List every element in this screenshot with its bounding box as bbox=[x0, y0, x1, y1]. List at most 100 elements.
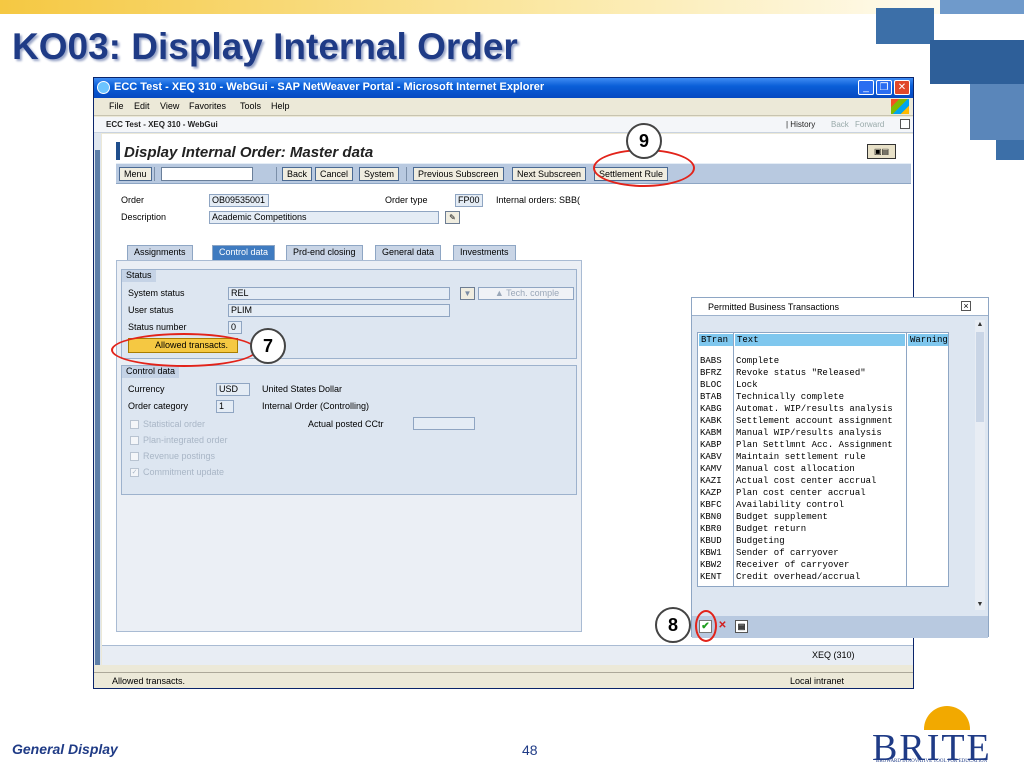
transaction-code: KABP bbox=[700, 440, 722, 450]
portal-menu-icon[interactable] bbox=[900, 119, 910, 129]
scroll-down-icon[interactable]: ▼ bbox=[975, 600, 985, 610]
tab-investments[interactable]: Investments bbox=[453, 245, 516, 260]
table-row[interactable]: KBFC Availability control bbox=[698, 499, 948, 511]
scroll-thumb[interactable] bbox=[976, 332, 984, 422]
table-row[interactable]: KBW1 Sender of carryover bbox=[698, 547, 948, 559]
browser-titlebar: ECC Test - XEQ 310 - WebGui - SAP NetWea… bbox=[94, 78, 913, 98]
order-type-label: Order type bbox=[385, 195, 428, 205]
system-info[interactable]: XEQ (310) bbox=[812, 650, 855, 660]
minimize-button[interactable]: _ bbox=[858, 80, 874, 95]
table-row[interactable]: KBR0 Budget return bbox=[698, 523, 948, 535]
revenue-postings-checkbox[interactable]: Revenue postings bbox=[130, 451, 215, 462]
cancel-x-icon[interactable]: ✕ bbox=[716, 620, 729, 633]
table-row[interactable]: KBW2 Receiver of carryover bbox=[698, 559, 948, 571]
table-row[interactable]: BLOC Lock bbox=[698, 379, 948, 391]
portal-title: ECC Test - XEQ 310 - WebGui bbox=[106, 120, 218, 129]
table-row[interactable]: KABV Maintain settlement rule bbox=[698, 451, 948, 463]
tab-prd-end-closing[interactable]: Prd-end closing bbox=[286, 245, 363, 260]
transaction-code: KABM bbox=[700, 428, 722, 438]
history-link[interactable]: | History bbox=[786, 120, 815, 129]
back-link[interactable]: Back bbox=[831, 120, 849, 129]
order-field[interactable]: OB09535001 bbox=[209, 194, 269, 207]
transaction-text: Actual cost center accrual bbox=[736, 476, 877, 486]
table-row[interactable]: KBUD Budgeting bbox=[698, 535, 948, 547]
scroll-up-icon[interactable]: ▲ bbox=[975, 320, 985, 330]
long-text-icon[interactable]: ✎ bbox=[445, 211, 460, 224]
table-row[interactable]: KENT Credit overhead/accrual bbox=[698, 571, 948, 583]
transaction-text: Complete bbox=[736, 356, 780, 366]
table-row[interactable]: KABG Automat. WIP/results analysis bbox=[698, 403, 948, 415]
table-row[interactable]: BABS Complete bbox=[698, 355, 948, 367]
tab-control-data[interactable]: Control data bbox=[212, 245, 276, 260]
menu-edit[interactable]: Edit bbox=[134, 101, 150, 111]
menu-favorites[interactable]: Favorites bbox=[189, 101, 226, 111]
status-group-header: Status bbox=[122, 270, 156, 282]
transaction-text: Sender of carryover bbox=[736, 548, 839, 558]
title-accent bbox=[116, 142, 120, 160]
popup-close-icon[interactable]: × bbox=[961, 301, 971, 311]
table-row[interactable]: KAZP Plan cost center accrual bbox=[698, 487, 948, 499]
currency-text: United States Dollar bbox=[262, 384, 343, 394]
currency-field[interactable]: USD bbox=[216, 383, 250, 396]
menu-file[interactable]: File bbox=[109, 101, 124, 111]
description-label: Description bbox=[121, 212, 167, 222]
table-row[interactable]: KBN0 Budget supplement bbox=[698, 511, 948, 523]
tab-assignments[interactable]: Assignments bbox=[127, 245, 193, 260]
customize-layout-icon[interactable]: ▣▤ bbox=[867, 144, 896, 159]
description-field[interactable]: Academic Competitions bbox=[209, 211, 439, 224]
dropdown-icon[interactable]: ▼ bbox=[460, 287, 475, 300]
next-subscreen-button[interactable]: Next Subscreen bbox=[512, 167, 587, 181]
maximize-button[interactable]: ❐ bbox=[876, 80, 892, 95]
transaction-text: Lock bbox=[736, 380, 758, 390]
order-label: Order bbox=[121, 195, 145, 205]
tech-complete-button[interactable]: ▲ Tech. comple bbox=[478, 287, 574, 300]
table-row[interactable]: KAMV Manual cost allocation bbox=[698, 463, 948, 475]
transaction-text: Settlement account assignment bbox=[736, 416, 893, 426]
status-number-label: Status number bbox=[128, 322, 187, 332]
forward-link[interactable]: Forward bbox=[855, 120, 884, 129]
menu-button[interactable]: Menu bbox=[119, 167, 152, 181]
transaction-text: Manual cost allocation bbox=[736, 464, 855, 474]
order-category-field[interactable]: 1 bbox=[216, 400, 234, 413]
popup-footer: ✔ ✕ ▤ bbox=[692, 616, 988, 638]
table-row[interactable]: BTAB Technically complete bbox=[698, 391, 948, 403]
table-row[interactable]: KABK Settlement account assignment bbox=[698, 415, 948, 427]
previous-subscreen-button[interactable]: Previous Subscreen bbox=[413, 167, 504, 181]
windows-flag-icon bbox=[891, 99, 909, 114]
popup-title: Permitted Business Transactions bbox=[708, 302, 840, 312]
decoration-block bbox=[940, 0, 1024, 14]
decoration-block bbox=[970, 84, 1024, 140]
transaction-text: Revoke status "Released" bbox=[736, 368, 866, 378]
statistical-order-checkbox[interactable]: Statistical order bbox=[130, 419, 205, 430]
commitment-update-checkbox[interactable]: ✓ Commitment update bbox=[130, 467, 224, 478]
system-status-field[interactable]: REL bbox=[228, 287, 450, 300]
table-header: BTran Text Warning bbox=[698, 333, 948, 347]
tab-general-data[interactable]: General data bbox=[375, 245, 442, 260]
toolbar-separator bbox=[154, 167, 155, 181]
popup-scrollbar[interactable]: ▲ ▼ bbox=[975, 320, 985, 610]
plan-integrated-checkbox[interactable]: Plan-integrated order bbox=[130, 435, 228, 446]
status-number-field[interactable]: 0 bbox=[228, 321, 242, 334]
transaction-code: KABV bbox=[700, 452, 722, 462]
table-row[interactable]: KABM Manual WIP/results analysis bbox=[698, 427, 948, 439]
table-row[interactable]: KAZI Actual cost center accrual bbox=[698, 475, 948, 487]
table-row[interactable]: BFRZ Revoke status "Released" bbox=[698, 367, 948, 379]
actual-posted-field[interactable] bbox=[413, 417, 475, 430]
detail-icon[interactable]: ▤ bbox=[735, 620, 748, 633]
order-type-field[interactable]: FP00 bbox=[455, 194, 483, 207]
cancel-button[interactable]: Cancel bbox=[315, 167, 354, 181]
close-button[interactable]: ✕ bbox=[894, 80, 910, 95]
navigation-panel-collapsed[interactable] bbox=[95, 150, 100, 665]
menu-tools[interactable]: Tools bbox=[240, 101, 261, 111]
user-status-field[interactable]: PLIM bbox=[228, 304, 450, 317]
menu-help[interactable]: Help bbox=[271, 101, 290, 111]
table-row[interactable]: KABP Plan Settlmnt Acc. Assignment bbox=[698, 439, 948, 451]
system-button[interactable]: System bbox=[359, 167, 400, 181]
back-button[interactable]: Back bbox=[282, 167, 313, 181]
system-status-label: System status bbox=[128, 288, 185, 298]
transaction-code: BTAB bbox=[700, 392, 722, 402]
checkbox-icon bbox=[130, 420, 139, 430]
transaction-code: KBN0 bbox=[700, 512, 722, 522]
menu-view[interactable]: View bbox=[160, 101, 179, 111]
command-field[interactable] bbox=[161, 167, 253, 181]
